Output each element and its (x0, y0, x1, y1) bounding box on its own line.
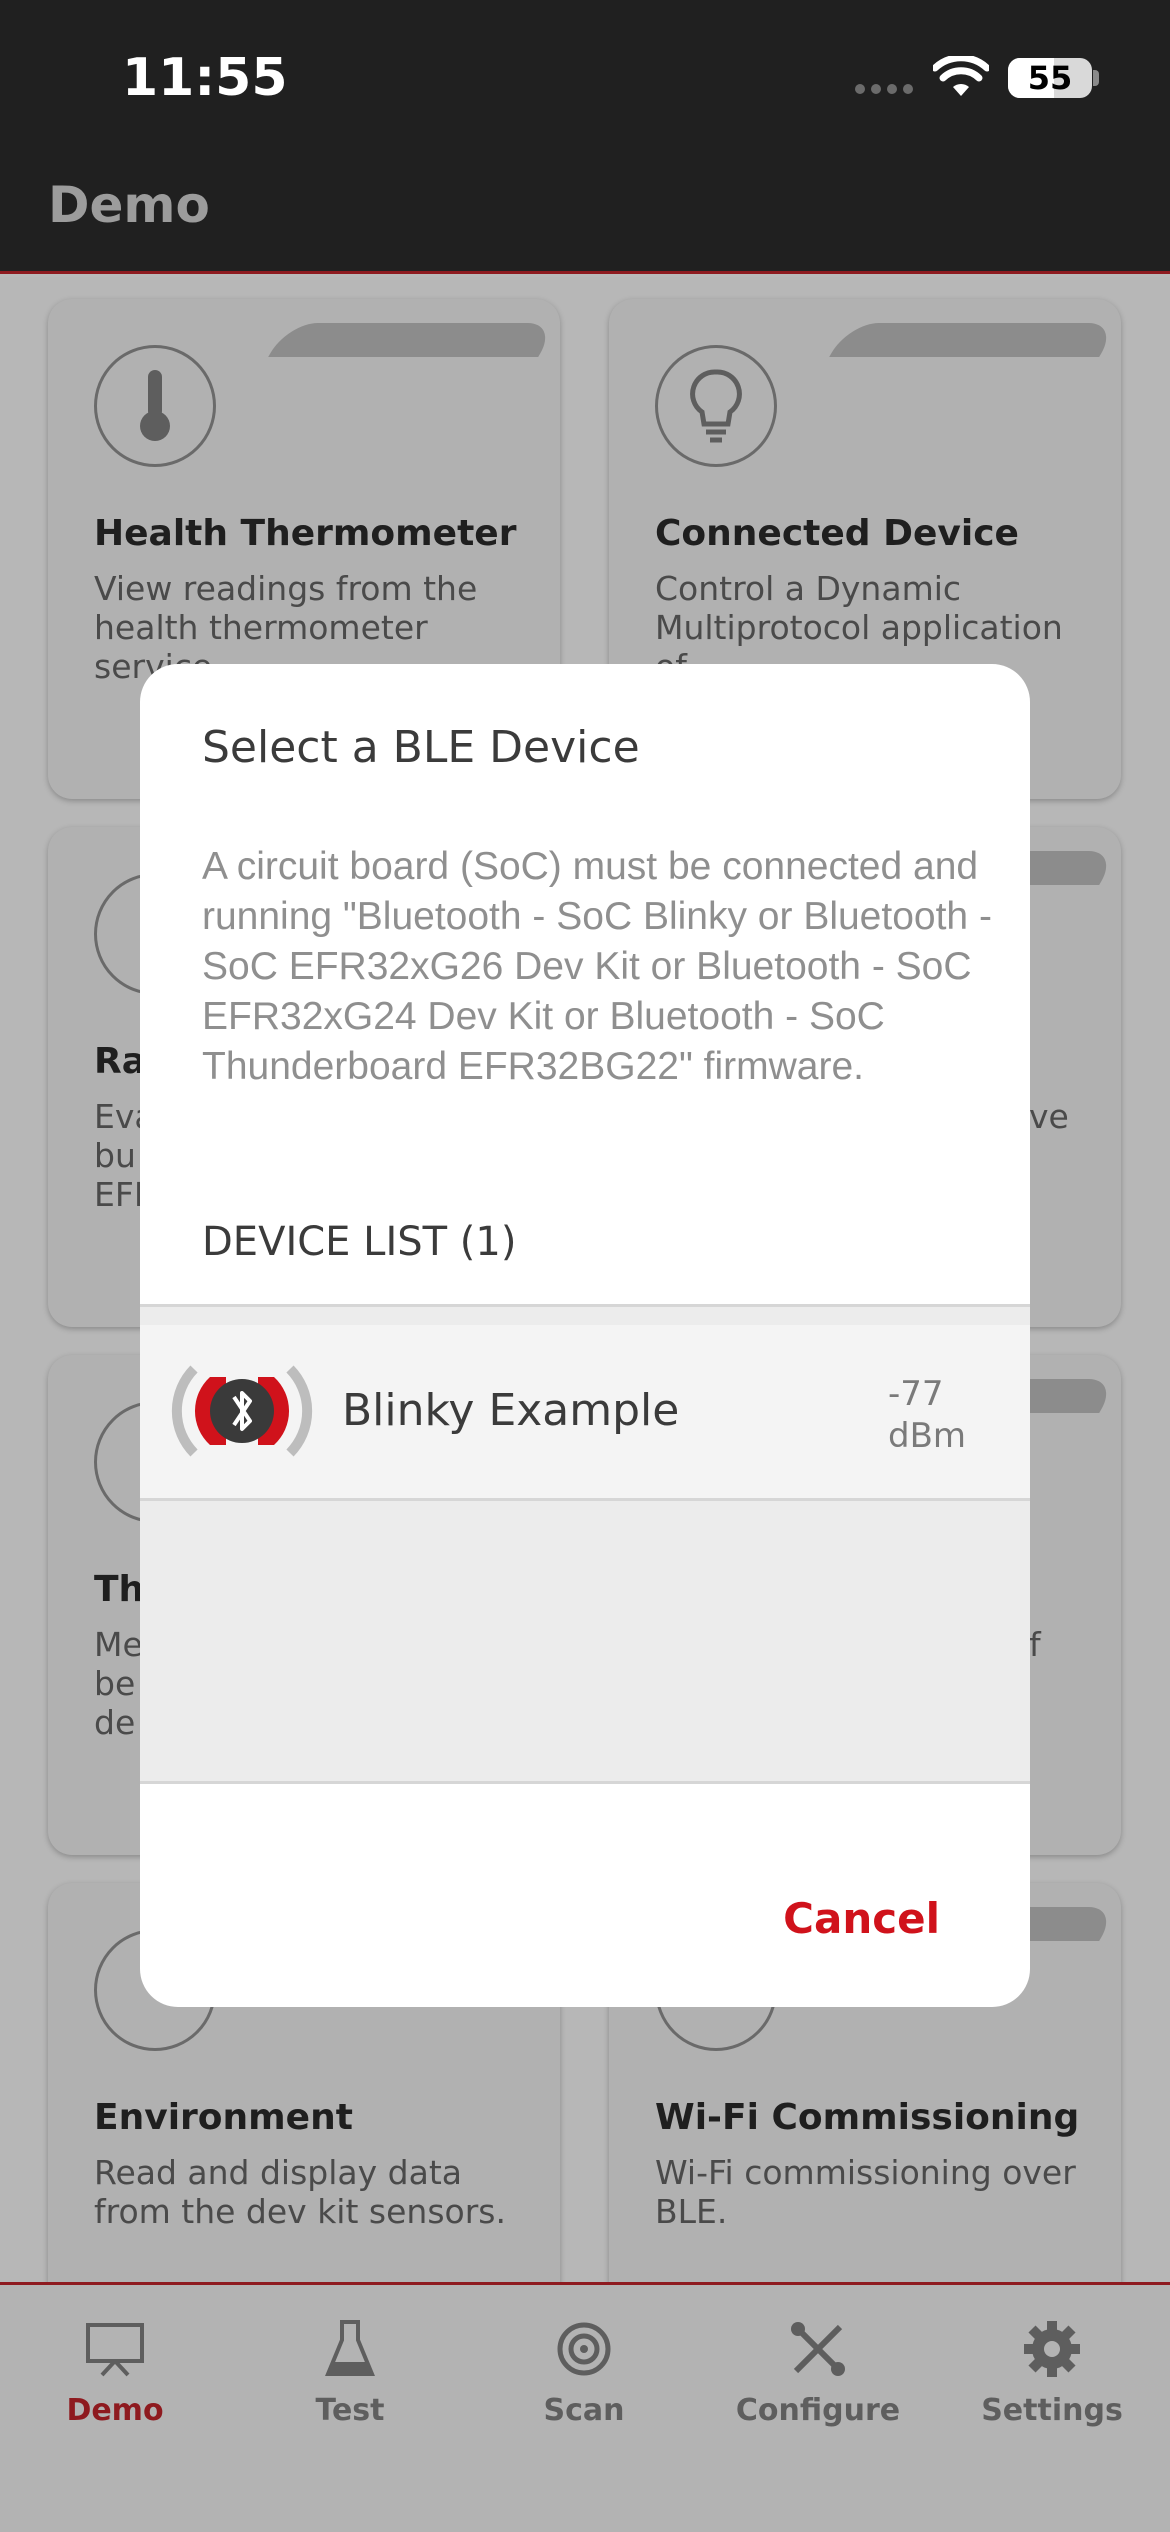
card-tab (829, 323, 1119, 357)
gear-icon (952, 2309, 1152, 2389)
status-time: 11:55 (122, 48, 288, 108)
card-title: Ra (94, 1041, 147, 1082)
tab-test[interactable]: Test (250, 2309, 450, 2428)
wifi-icon (933, 56, 989, 96)
tab-label: Test (315, 2393, 385, 2428)
card-tab (268, 323, 558, 357)
rssi-value: -77 (888, 1374, 944, 1414)
battery-nub (1093, 70, 1099, 86)
rssi-unit: dBm (888, 1416, 967, 1456)
card-title: Health Thermometer (94, 513, 517, 554)
dialog-title: Select a BLE Device (202, 722, 640, 773)
tab-label: Scan (543, 2393, 625, 2428)
card-title: Th (94, 1569, 145, 1610)
battery-percent: 55 (1027, 59, 1073, 97)
bluetooth-icon (171, 1365, 313, 1457)
tab-label: Settings (981, 2393, 1123, 2428)
device-list-item[interactable]: Blinky Example -77 dBm (140, 1325, 1030, 1501)
card-description: Wi-Fi commissioning over BLE. (655, 2153, 1076, 2231)
dialog-message: A circuit board (SoC) must be connected … (202, 845, 992, 1088)
app-header: Demo (0, 150, 1170, 274)
cancel-button[interactable]: Cancel (783, 1894, 940, 1943)
cellular-signal-icon (855, 84, 913, 94)
battery-icon: 55 (1008, 58, 1092, 98)
scan-icon (484, 2309, 684, 2389)
status-bar: 11:55 55 (0, 0, 1170, 150)
device-name: Blinky Example (342, 1385, 680, 1436)
device-list-header: DEVICE LIST (1) (202, 1219, 517, 1265)
presentation-icon (15, 2309, 215, 2389)
flask-icon (250, 2309, 450, 2389)
device-list: Blinky Example -77 dBm (140, 1304, 1030, 1784)
tab-label: Demo (66, 2393, 164, 2428)
thermometer-icon (94, 345, 216, 467)
tab-label: Configure (735, 2393, 901, 2428)
tab-settings[interactable]: Settings (952, 2309, 1152, 2428)
card-title: Environment (94, 2097, 353, 2138)
select-device-dialog: Select a BLE Device A circuit board (SoC… (140, 664, 1030, 2007)
tab-demo[interactable]: Demo (15, 2309, 215, 2428)
card-description: f (1029, 1625, 1041, 1664)
tab-bar: Demo Test Scan Configure Settings (0, 2282, 1170, 2532)
card-description: Read and display data from the dev kit s… (94, 2153, 506, 2231)
tools-icon (718, 2309, 918, 2389)
card-description: ve (1029, 1097, 1069, 1136)
card-title: Connected Device (655, 513, 1019, 554)
tab-scan[interactable]: Scan (484, 2309, 684, 2428)
device-rssi: -77 dBm (888, 1373, 966, 1457)
tab-configure[interactable]: Configure (718, 2309, 918, 2428)
lightbulb-icon (655, 345, 777, 467)
card-title: Wi-Fi Commissioning (655, 2097, 1080, 2138)
page-title: Demo (48, 176, 210, 234)
